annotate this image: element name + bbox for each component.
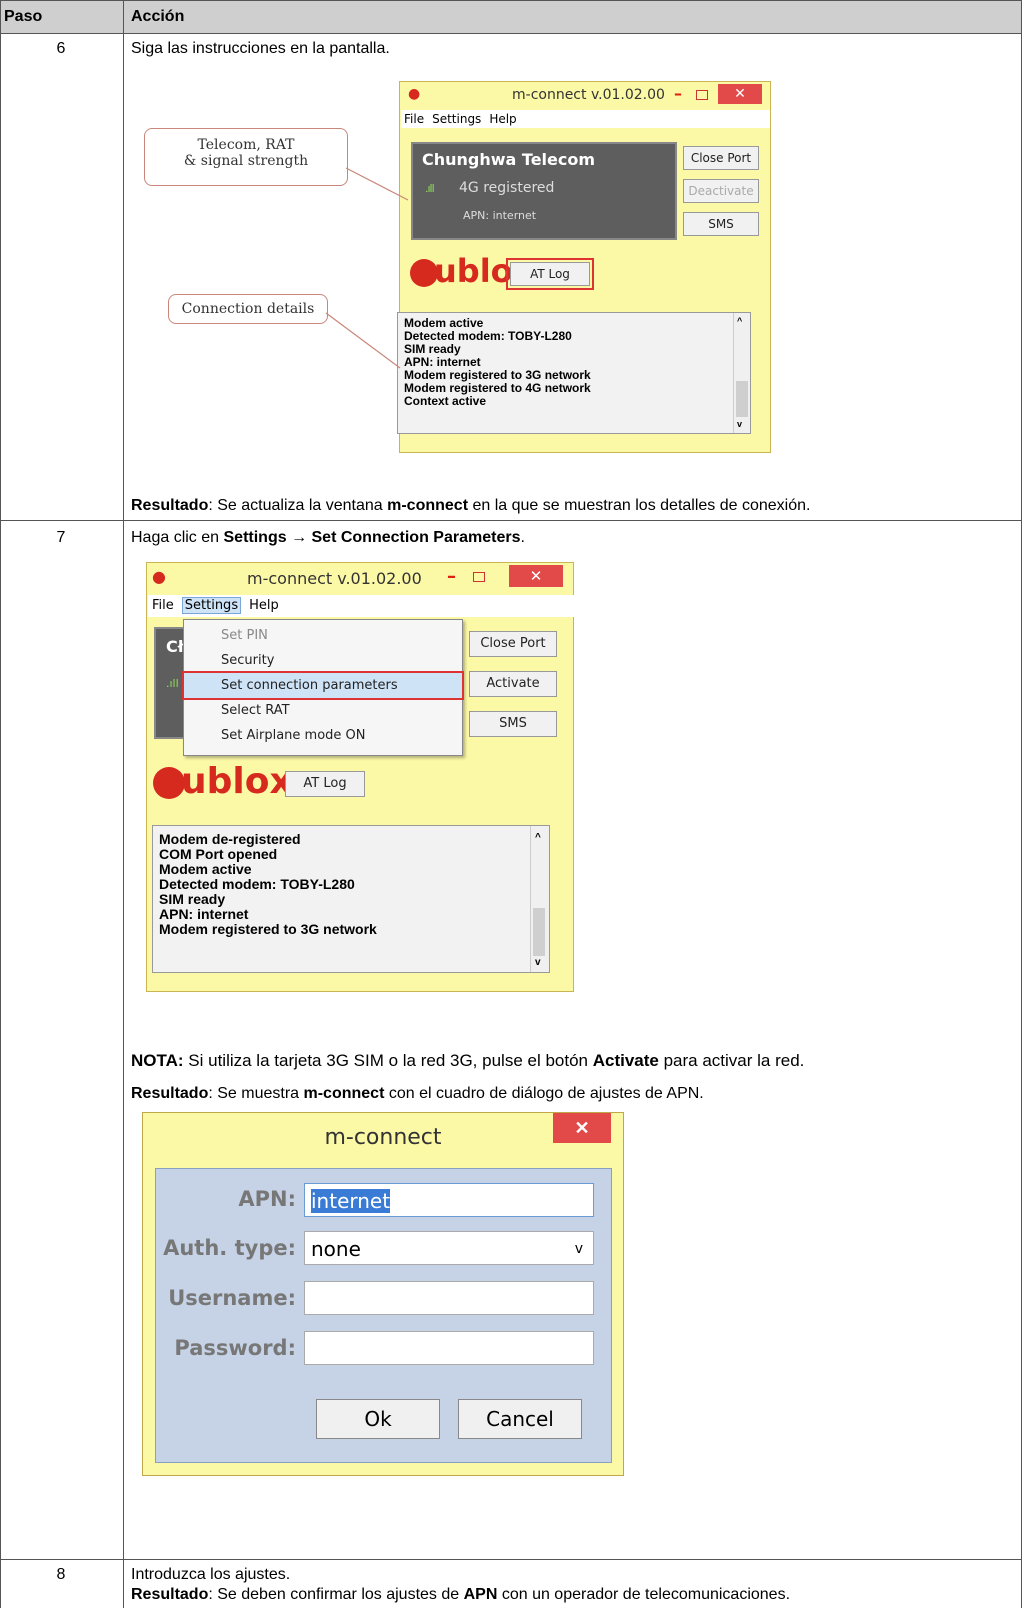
row-divider-6-7: [0, 520, 1022, 521]
log-line: COM Port opened: [159, 846, 278, 862]
menu-item-set-pin[interactable]: Set PIN: [184, 623, 462, 648]
step8-instruction: Introduzca los ajustes.: [131, 1566, 291, 1583]
settings-dropdown: Set PIN Security Set connection paramete…: [182, 619, 464, 756]
connection-log: Modem de-registered COM Port opened Mode…: [152, 825, 550, 973]
row-divider-7-8: [0, 1559, 1022, 1560]
step-number-8: 8: [56, 1566, 66, 1583]
signal-icon: .ıll: [166, 677, 179, 690]
close-port-button[interactable]: Close Port: [469, 631, 557, 657]
step7-instruction: Haga clic en Settings → Set Connection P…: [131, 529, 525, 547]
password-label: Password:: [174, 1336, 296, 1360]
username-label: Username:: [168, 1286, 296, 1310]
result-bold: APN: [463, 1586, 498, 1603]
dialog-body: APN: internet Auth. type: none v Username…: [155, 1168, 612, 1463]
arrow-telecom: [345, 167, 409, 201]
note-text: Si utiliza la tarjeta 3G SIM o la red 3G…: [183, 1051, 593, 1070]
instr-bold: Settings → Set Connection Parameters: [223, 529, 521, 546]
result-label: Resultado: [131, 1085, 209, 1102]
apn-label: APN:: [238, 1187, 296, 1211]
maximize-icon[interactable]: [473, 572, 485, 582]
scroll-up-icon[interactable]: ^: [535, 830, 541, 845]
title-bar: ● m-connect v.01.02.00 – ✕: [147, 563, 573, 590]
result-text-end: en la que se muestran los detalles de co…: [468, 497, 811, 514]
at-log-button[interactable]: AT Log: [285, 771, 365, 797]
note-text-end: para activar la red.: [658, 1051, 805, 1070]
result-text: : Se muestra: [208, 1085, 304, 1102]
result-text-end: con el cuadro de diálogo de ajustes de A…: [384, 1085, 704, 1102]
result-bold: m-connect: [387, 497, 469, 514]
menu-settings[interactable]: Settings: [181, 597, 242, 614]
arrow-connection: [325, 312, 401, 369]
username-input[interactable]: [304, 1281, 594, 1315]
result-text-end: con un operador de telecomunicaciones.: [497, 1586, 791, 1603]
procedure-table: Paso Acción 6 Siga las instrucciones en …: [0, 0, 1022, 1608]
result-label: Resultado: [131, 1586, 209, 1603]
scroll-thumb[interactable]: [533, 908, 545, 956]
log-line: Modem active: [159, 861, 252, 877]
step-number-7: 7: [56, 529, 66, 546]
step7-result: Resultado: Se muestra m-connect con el c…: [131, 1085, 704, 1103]
menu-help[interactable]: Help: [249, 598, 279, 613]
result-text: : Se actualiza la ventana: [208, 497, 388, 514]
callout-arrows: [325, 167, 409, 369]
auth-type-label: Auth. type:: [163, 1236, 296, 1260]
result-text: : Se deben confirmar los ajustes de: [208, 1586, 464, 1603]
ublox-logo: ublox: [153, 761, 293, 802]
instr-text: Haga clic en: [131, 529, 224, 546]
note-bold: Activate: [592, 1051, 659, 1070]
result-bold: m-connect: [303, 1085, 385, 1102]
cancel-button[interactable]: Cancel: [458, 1399, 582, 1439]
scroll-down-icon[interactable]: v: [535, 955, 541, 970]
chevron-down-icon: v: [574, 1241, 583, 1257]
log-line: Modem registered to 3G network: [159, 921, 377, 937]
mconnect-window-step7: ● m-connect v.01.02.00 – ✕ File Settings H…: [146, 562, 574, 992]
step6-result: Resultado: Se actualiza la ventana m-con…: [131, 497, 810, 515]
result-label: Resultado: [131, 497, 209, 514]
ok-button[interactable]: Ok: [316, 1399, 440, 1439]
note-label: NOTA:: [131, 1051, 184, 1070]
step8-result: Resultado: Se deben confirmar los ajuste…: [131, 1586, 790, 1604]
dialog-close-icon[interactable]: ✕: [553, 1113, 611, 1143]
log-line: Modem de-registered: [159, 831, 301, 847]
menu-file[interactable]: File: [152, 598, 174, 613]
app-icon: ●: [152, 567, 166, 586]
operator-name: Cł: [166, 637, 184, 656]
log-line: SIM ready: [159, 891, 226, 907]
menu-item-airplane-mode[interactable]: Set Airplane mode ON: [184, 723, 462, 748]
log-line: Detected modem: TOBY-L280: [159, 876, 355, 892]
window-title: m-connect v.01.02.00: [247, 569, 422, 588]
minimize-icon[interactable]: –: [447, 566, 456, 587]
log-line: APN: internet: [159, 906, 249, 922]
step7-note: NOTA: Si utiliza la tarjeta 3G SIM o la …: [131, 1051, 804, 1071]
log-scrollbar[interactable]: ^ v: [530, 826, 549, 972]
menu-bar: File Settings Help: [148, 595, 574, 617]
activate-button[interactable]: Activate: [469, 671, 557, 697]
menu-item-select-rat[interactable]: Select RAT: [184, 698, 462, 723]
instr-end: .: [520, 529, 525, 546]
auth-type-select[interactable]: none v: [304, 1231, 594, 1265]
apn-value: internet: [311, 1189, 391, 1213]
menu-item-set-connection-parameters[interactable]: Set connection parameters: [182, 671, 464, 700]
apn-input[interactable]: internet: [304, 1183, 594, 1217]
auth-type-value: none: [311, 1237, 361, 1261]
sms-button[interactable]: SMS: [469, 711, 557, 737]
apn-dialog: m-connect ✕ APN: internet Auth. type: no…: [142, 1112, 624, 1476]
password-input[interactable]: [304, 1331, 594, 1365]
dialog-title: m-connect: [324, 1125, 442, 1150]
menu-item-security[interactable]: Security: [184, 648, 462, 673]
close-icon[interactable]: ✕: [509, 565, 563, 587]
